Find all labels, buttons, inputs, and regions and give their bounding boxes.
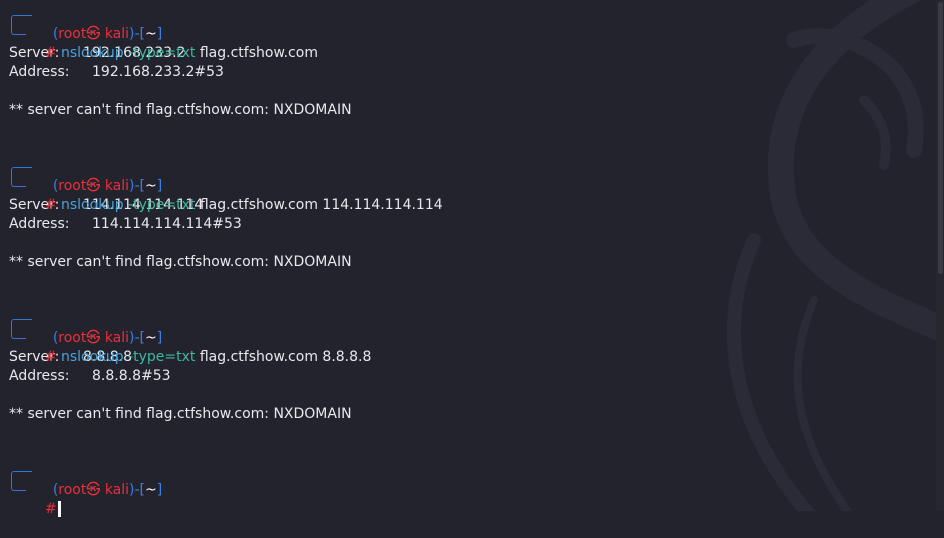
prompt-hash: # — [44, 349, 57, 365]
scrollbar-thumb[interactable] — [938, 2, 943, 274]
command-line: # nslookup -type=txt flag.ctfshow.com 8.… — [9, 329, 929, 365]
address-label: Address: — [9, 368, 70, 384]
address-label: Address: — [9, 64, 70, 80]
address-line: Address: 114.114.114.114#53 — [9, 215, 929, 234]
address-line: Address: 8.8.8.8#53 — [9, 367, 929, 386]
command-name: nslookup — [61, 349, 124, 365]
address-line: Address: 192.168.233.2#53 — [9, 63, 929, 82]
command-input-line[interactable]: # — [9, 481, 929, 517]
address-value: 8.8.8.8#53 — [92, 368, 171, 384]
error-line: ** server can't find flag.ctfshow.com: N… — [9, 406, 352, 422]
command-line: # nslookup -type=txt flag.ctfshow.com 11… — [9, 177, 929, 213]
prompt-hash: # — [44, 45, 57, 61]
command-option: -type=txt — [128, 197, 196, 213]
text-cursor[interactable] — [57, 501, 61, 517]
prompt-line: (root㉿ kali)-[~] — [9, 6, 929, 42]
error-line: ** server can't find flag.ctfshow.com: N… — [9, 254, 352, 270]
prompt-corner-bottom — [11, 481, 26, 491]
command-args: flag.ctfshow.com — [199, 45, 318, 61]
command-args: flag.ctfshow.com 114.114.114.114 — [199, 197, 443, 213]
prompt-hash: # — [44, 197, 57, 213]
command-option: -type=txt — [128, 349, 196, 365]
prompt-corner-bottom — [11, 329, 26, 339]
terminal-output[interactable]: (root㉿ kali)-[~] # nslookup -type=txt fl… — [9, 6, 929, 517]
prompt-corner-bottom — [11, 177, 26, 187]
address-value: 192.168.233.2#53 — [92, 64, 224, 80]
scrollbar[interactable] — [936, 0, 944, 511]
prompt-corner-bottom — [11, 25, 26, 35]
address-value: 114.114.114.114#53 — [92, 216, 242, 232]
prompt-hash: # — [44, 501, 57, 517]
prompt-line: (root㉿ kali)-[~] — [9, 158, 929, 194]
command-args: flag.ctfshow.com 8.8.8.8 — [199, 349, 372, 365]
prompt-line: (root㉿ kali)-[~] — [9, 310, 929, 346]
command-name: nslookup — [61, 45, 124, 61]
command-name: nslookup — [61, 197, 124, 213]
command-option: -type=txt — [128, 45, 196, 61]
address-label: Address: — [9, 216, 70, 232]
command-line: # nslookup -type=txt flag.ctfshow.com — [9, 25, 929, 61]
prompt-line: (root㉿ kali)-[~] — [9, 462, 929, 498]
error-line: ** server can't find flag.ctfshow.com: N… — [9, 102, 352, 118]
